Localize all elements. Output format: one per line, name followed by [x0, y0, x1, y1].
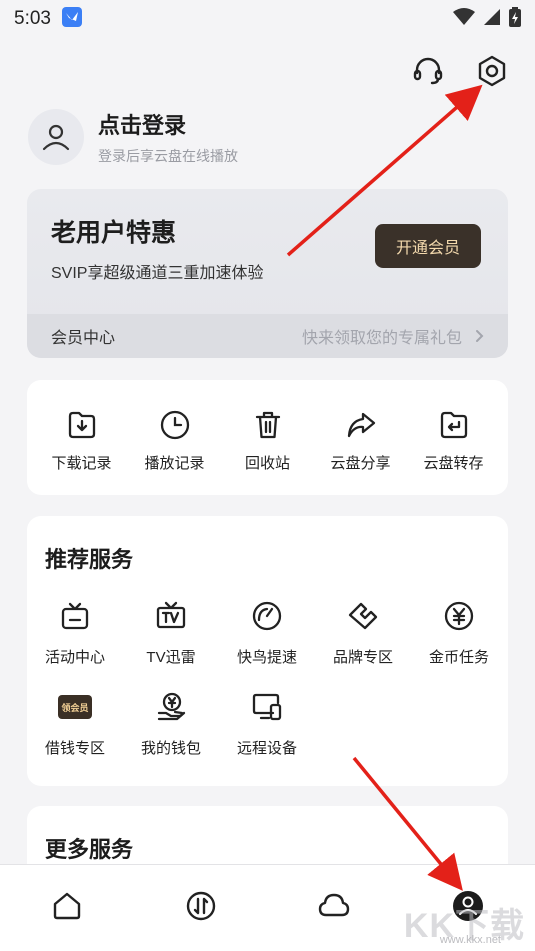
service-label: 品牌专区 — [332, 649, 393, 666]
vip-title: 老用户特惠 — [51, 219, 177, 247]
vip-footer[interactable]: 会员中心 快来领取您的专属礼包 — [27, 314, 508, 358]
yen-coin-icon — [441, 598, 477, 634]
tool-download-records[interactable]: 下载记录 — [36, 380, 128, 495]
recommended-services-card: 推荐服务 活动中心 TV迅雷 快鸟提速 品牌专区 金币任务 领会员 借钱专区 我… — [27, 516, 508, 786]
service-remote-device[interactable]: 远程设备 — [219, 689, 315, 758]
vip-description: SVIP享超级通道三重加速体验 — [51, 265, 264, 282]
cloud-icon — [319, 893, 350, 917]
watermark-url: www.kkx.net — [439, 934, 501, 946]
transfer-folder-icon — [437, 408, 471, 442]
speedometer-icon — [249, 598, 285, 634]
tool-label: 播放记录 — [144, 455, 205, 472]
login-profile[interactable]: 点击登录 登录后享云盘在线播放 — [28, 108, 238, 166]
service-loan-zone[interactable]: 领会员 借钱专区 — [27, 689, 123, 758]
gift-label: 快来领取您的专属礼包 — [301, 330, 462, 347]
settings-gear-icon[interactable] — [475, 54, 509, 88]
wifi-icon — [453, 7, 475, 31]
vip-badge: 领会员 — [58, 695, 92, 719]
tool-cloud-share[interactable]: 云盘分享 — [315, 380, 407, 495]
service-label: 远程设备 — [236, 740, 297, 757]
open-membership-button[interactable]: 开通会员 — [375, 224, 481, 268]
signal-icon — [483, 8, 501, 31]
status-time: 5:03 — [14, 8, 51, 29]
vip-promo-card[interactable]: 老用户特惠 SVIP享超级通道三重加速体验 开通会员 会员中心 快来领取您的专属… — [27, 189, 508, 358]
tv-box-icon — [57, 598, 93, 634]
remote-device-icon — [249, 689, 285, 725]
service-brand-zone[interactable]: 品牌专区 — [315, 598, 411, 667]
share-arrow-icon — [344, 408, 378, 442]
login-subtitle: 登录后享云盘在线播放 — [98, 148, 238, 164]
gift-link[interactable]: 快来领取您的专属礼包 — [302, 324, 484, 348]
section-title: 推荐服务 — [45, 547, 134, 572]
section-title: 更多服务 — [45, 837, 134, 862]
tool-label: 回收站 — [244, 455, 290, 472]
clock-icon — [158, 408, 192, 442]
member-center-label[interactable]: 会员中心 — [51, 324, 115, 348]
wallet-hand-icon — [153, 689, 189, 725]
battery-icon — [509, 6, 521, 32]
status-bar: 5:03 — [0, 0, 535, 38]
tool-label: 云盘分享 — [330, 455, 391, 472]
tool-label: 云盘转存 — [423, 455, 484, 472]
service-label: 快鸟提速 — [236, 649, 297, 666]
transfer-icon — [186, 891, 215, 921]
avatar[interactable] — [28, 109, 84, 165]
tool-play-history[interactable]: 播放记录 — [129, 380, 221, 495]
service-label: 借钱专区 — [44, 740, 105, 757]
tool-recycle-bin[interactable]: 回收站 — [222, 380, 314, 495]
service-my-wallet[interactable]: 我的钱包 — [123, 689, 219, 758]
tab-home[interactable] — [37, 876, 97, 936]
home-icon — [53, 892, 81, 920]
service-label: 活动中心 — [44, 649, 105, 666]
app-notification-icon — [61, 6, 83, 33]
tool-label: 下载记录 — [51, 455, 112, 472]
handshake-icon — [345, 598, 381, 634]
chevron-right-icon — [476, 330, 484, 342]
service-label: 我的钱包 — [140, 740, 201, 757]
service-label: 金币任务 — [428, 649, 489, 666]
trash-icon — [251, 408, 285, 442]
tool-cloud-transfer[interactable]: 云盘转存 — [408, 380, 500, 495]
service-activity-center[interactable]: 活动中心 — [27, 598, 123, 667]
tv-icon — [153, 598, 189, 634]
quick-tools-card: 下载记录 播放记录 回收站 云盘分享 云盘转存 — [27, 380, 508, 495]
service-speed-boost[interactable]: 快鸟提速 — [219, 598, 315, 667]
download-folder-icon — [65, 408, 99, 442]
login-title[interactable]: 点击登录 — [98, 108, 238, 140]
vip-badge-icon: 领会员 — [57, 689, 93, 725]
tab-transfer[interactable] — [171, 876, 231, 936]
service-label: TV迅雷 — [146, 649, 196, 666]
headset-icon[interactable] — [411, 54, 445, 88]
tab-cloud[interactable] — [304, 876, 364, 936]
service-coin-tasks[interactable]: 金币任务 — [411, 598, 507, 667]
header-actions — [411, 54, 509, 88]
service-tv-xunlei[interactable]: TV迅雷 — [123, 598, 219, 667]
